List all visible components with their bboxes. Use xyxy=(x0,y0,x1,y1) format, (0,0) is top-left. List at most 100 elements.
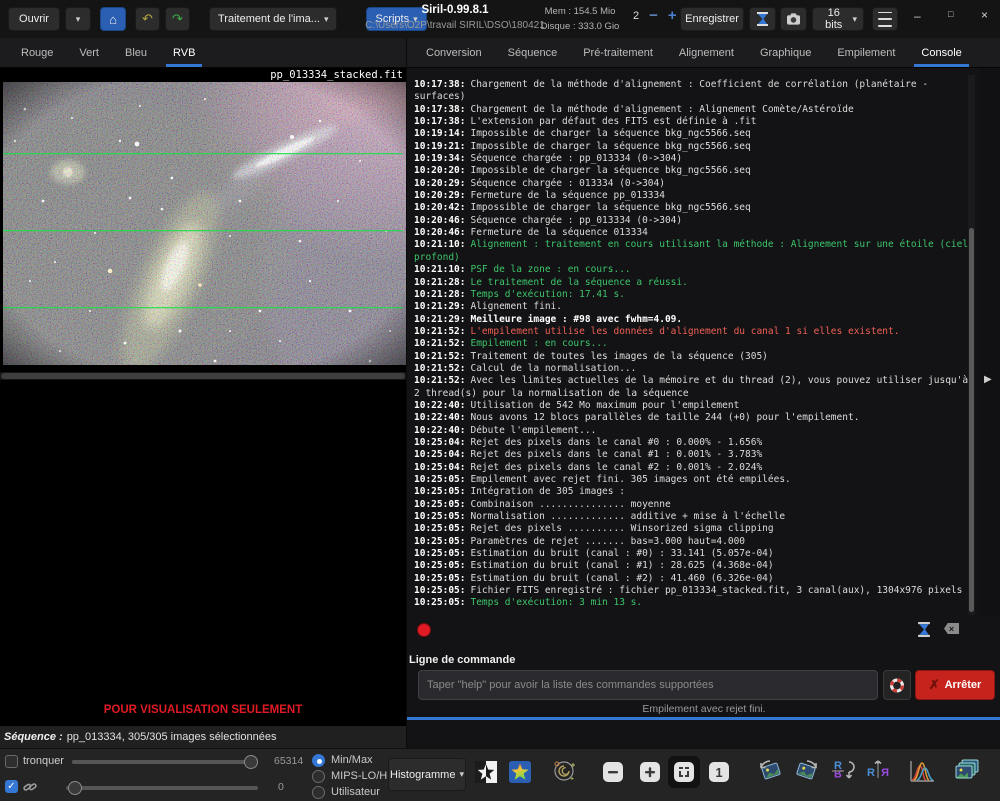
rotate-right-button[interactable] xyxy=(792,757,820,785)
tab-alignement[interactable]: Alignement xyxy=(666,38,747,67)
zoom-one-button[interactable]: 1 xyxy=(705,758,733,786)
console-timestamp: 10:21:52: xyxy=(414,325,466,337)
low-cutoff-slider[interactable] xyxy=(66,781,258,795)
console-timestamp: 10:20:42: xyxy=(414,202,466,214)
export-button[interactable] xyxy=(749,7,776,31)
console-timestamp: 10:21:52: xyxy=(414,362,466,374)
tab-pretraitement[interactable]: Pré-traitement xyxy=(570,38,666,67)
console-scrollbar-thumb[interactable] xyxy=(969,228,974,612)
high-cutoff-slider[interactable] xyxy=(72,755,258,769)
high-cutoff-knob[interactable] xyxy=(244,755,258,769)
histogram-mode-dropdown[interactable]: Histogramme ▾ xyxy=(388,758,466,791)
mode-mips-radio[interactable]: MIPS-LO/HI xyxy=(312,768,390,784)
low-cutoff-value: 0 xyxy=(278,781,284,793)
histogram-curves-icon xyxy=(910,761,934,782)
threads-minus-button[interactable]: − xyxy=(649,7,658,24)
tab-sequence[interactable]: Séquence xyxy=(495,38,571,67)
tab-console[interactable]: Console xyxy=(908,38,974,67)
snapshot-button[interactable] xyxy=(780,7,807,31)
mode-mips-label: MIPS-LO/HI xyxy=(331,770,391,783)
status-bar-text: Empilement avec rejet fini. xyxy=(642,703,766,715)
console-timestamp: 10:17:38: xyxy=(414,103,466,115)
tab-graphique[interactable]: Graphique xyxy=(747,38,824,67)
redo-button[interactable]: ↷ xyxy=(165,7,190,31)
link-cutoffs-checkbox[interactable]: ✓ xyxy=(5,780,18,793)
flip-horizontal-icon: R R xyxy=(867,760,889,779)
console-message: Chargement de la méthode d'alignement : … xyxy=(470,103,854,115)
radio-icon xyxy=(312,769,325,783)
mode-minmax-radio[interactable]: Min/Max xyxy=(312,752,390,768)
console-message: Impossible de charger la séquence bkg_ng… xyxy=(470,202,751,214)
console-timestamp: 10:20:29: xyxy=(414,190,466,202)
tab-rvb[interactable]: RVB xyxy=(160,38,208,67)
console-timestamp: 10:25:05: xyxy=(414,585,466,597)
tab-vert[interactable]: Vert xyxy=(66,38,112,67)
console-timestamp: 10:20:46: xyxy=(414,214,466,226)
zoom-in-button[interactable] xyxy=(636,758,664,786)
save-button[interactable]: Enregistrer xyxy=(680,7,744,31)
chevron-down-icon: ▾ xyxy=(323,13,329,24)
console-log[interactable]: 10:17:38: Chargement de la méthode d'alig… xyxy=(409,75,972,619)
histogram-transform-button[interactable] xyxy=(908,757,936,785)
tab-bleu[interactable]: Bleu xyxy=(112,38,160,67)
astrometry-button[interactable] xyxy=(550,757,578,785)
tab-conversion[interactable]: Conversion xyxy=(413,38,495,67)
low-cutoff-knob[interactable] xyxy=(68,781,82,795)
console-line: 10:25:05: Intégration de 305 images : xyxy=(414,486,972,498)
zoom-out-button[interactable] xyxy=(599,758,627,786)
zoom-fit-button[interactable] xyxy=(668,756,700,788)
image-processing-menu-button[interactable]: Traitement de l'ima... ▾ xyxy=(209,7,338,31)
rotate-right-icon xyxy=(796,760,817,780)
flip-vertical-button[interactable]: R R xyxy=(829,757,857,785)
console-timestamp: 10:19:21: xyxy=(414,140,466,152)
record-log-indicator[interactable] xyxy=(417,623,431,637)
clear-console-button[interactable]: × xyxy=(944,623,959,634)
undo-button[interactable]: ↶ xyxy=(135,7,160,31)
console-scrollbar[interactable] xyxy=(968,75,975,615)
console-line: 10:19:34: Séquence chargée : pp_013334 (0… xyxy=(414,153,972,165)
window-minimize-button[interactable]: – xyxy=(908,8,927,24)
console-timestamp: 10:25:04: xyxy=(414,436,466,448)
console-timestamp: 10:21:29: xyxy=(414,313,466,325)
console-line: 10:17:38: Chargement de la méthode d'alig… xyxy=(414,104,972,116)
threads-plus-button[interactable]: + xyxy=(668,7,677,24)
sequence-frames-button[interactable] xyxy=(952,757,980,785)
export-log-button[interactable] xyxy=(911,621,937,641)
console-line: 10:20:29: Séquence chargée : 013334 (0->3… xyxy=(414,178,972,190)
close-icon: × xyxy=(981,8,989,22)
stop-label: Arrêter xyxy=(944,679,982,691)
console-timestamp: 10:17:38: xyxy=(414,116,466,128)
mode-user-radio[interactable]: Utilisateur xyxy=(312,784,390,800)
main-menu-button[interactable] xyxy=(872,7,898,31)
window-maximize-button[interactable]: □ xyxy=(942,8,959,20)
svg-text:R: R xyxy=(834,767,842,779)
command-input[interactable] xyxy=(418,670,878,700)
star-detection-button[interactable] xyxy=(506,758,534,786)
command-help-button[interactable] xyxy=(883,670,911,700)
scrollbar-thumb[interactable] xyxy=(1,373,405,379)
tab-empilement[interactable]: Empilement xyxy=(824,38,908,67)
bitdepth-dropdown[interactable]: 16 bits ▾ xyxy=(812,7,864,31)
image-horizontal-scrollbar[interactable] xyxy=(0,372,406,380)
stop-processing-button[interactable]: ✗ Arrêter xyxy=(915,670,995,700)
console-line: 10:25:04: Rejet des pixels dans le canal … xyxy=(414,437,972,449)
export-hourglass-icon xyxy=(918,622,930,637)
backspace-icon: × xyxy=(944,623,959,634)
panel-expander-arrow[interactable]: ▶ xyxy=(984,374,992,385)
open-button[interactable]: Ouvrir xyxy=(8,7,60,31)
image-display-area[interactable]: pp_013334_stacked.fit POUR VISUALISATION… xyxy=(0,68,406,726)
home-button[interactable]: ⌂ xyxy=(100,7,126,31)
open-dropdown-button[interactable]: ▾ xyxy=(65,7,91,31)
flip-horizontal-button[interactable]: R R xyxy=(864,757,892,785)
tab-rouge[interactable]: Rouge xyxy=(8,38,66,67)
sequence-label: Séquence : xyxy=(4,731,63,743)
window-close-button[interactable]: × xyxy=(975,7,994,23)
console-timestamp: 10:21:29: xyxy=(414,301,466,313)
stacked-galaxy-image[interactable] xyxy=(0,82,406,370)
truncate-checkbox[interactable] xyxy=(5,755,18,768)
rotate-left-button[interactable] xyxy=(757,757,785,785)
console-message: Séquence chargée : pp_013334 (0->304) xyxy=(470,214,683,226)
console-line: 10:25:05: Empilement avec rejet fini. 305… xyxy=(414,474,972,486)
negative-view-button[interactable] xyxy=(472,758,500,786)
bitdepth-label: 16 bits xyxy=(825,7,843,31)
